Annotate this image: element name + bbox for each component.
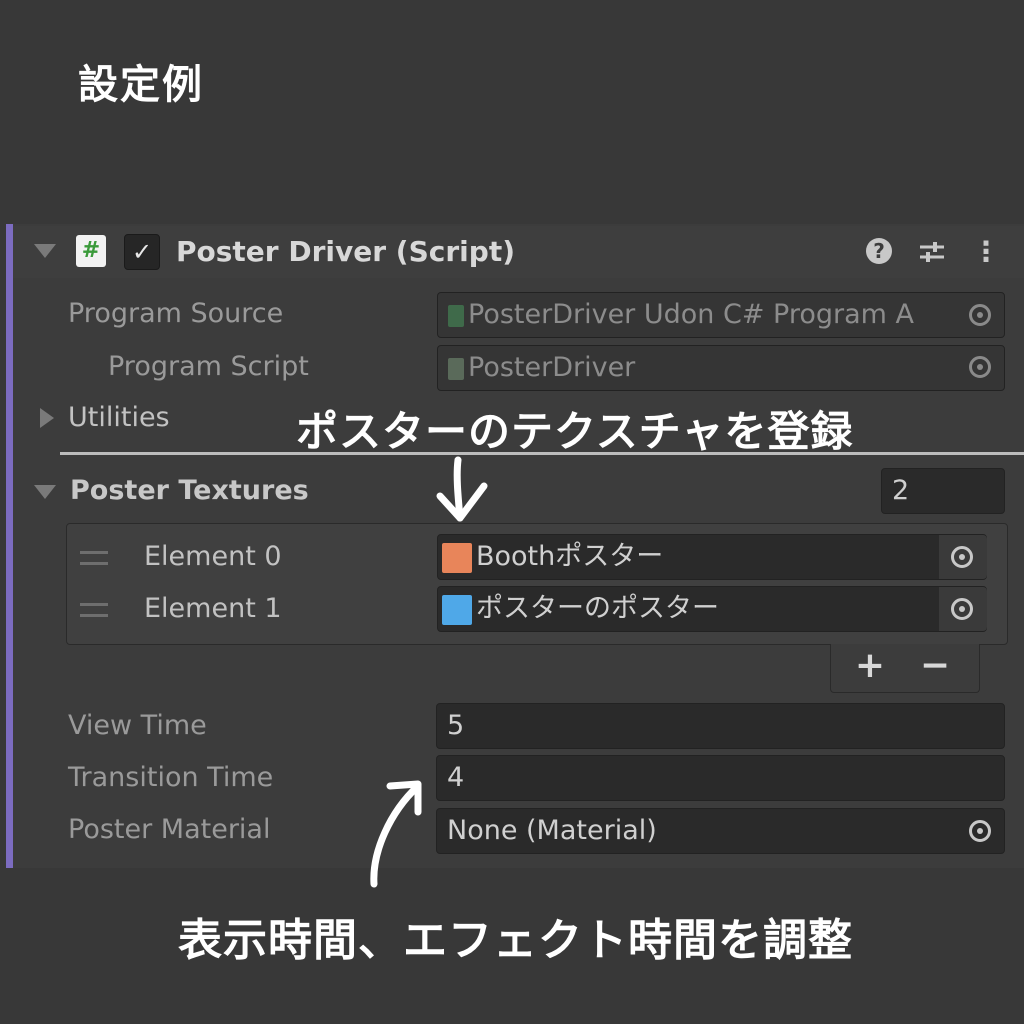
object-picker-icon[interactable] [951, 598, 973, 620]
object-picker-icon[interactable] [951, 546, 973, 568]
element-0-value: Boothポスター [476, 541, 664, 572]
program-source-value: PosterDriver Udon C# Program A [468, 299, 915, 330]
help-icon[interactable]: ? [866, 238, 892, 264]
component-enabled-checkbox[interactable]: ✓ [124, 234, 160, 270]
view-time-field[interactable]: 5 [436, 703, 1005, 749]
program-script-value: PosterDriver [468, 352, 636, 383]
add-element-button[interactable]: + [850, 644, 890, 688]
view-time-label: View Time [68, 710, 207, 741]
element-1-label: Element 1 [144, 593, 282, 624]
kebab-menu-icon[interactable]: ⋮ [972, 236, 1000, 268]
texture-thumbnail-icon [442, 594, 472, 625]
up-arrow-annotation-icon [370, 780, 422, 888]
element-0-label: Element 0 [144, 541, 282, 572]
drag-handle-icon[interactable] [80, 603, 108, 617]
program-source-label: Program Source [68, 298, 284, 329]
poster-material-label: Poster Material [68, 814, 271, 845]
udon-program-asset-icon [448, 304, 464, 327]
program-script-field: PosterDriver [437, 345, 1005, 391]
transition-time-label: Transition Time [68, 762, 274, 793]
utilities-foldout[interactable]: Utilities [68, 402, 170, 433]
script-asset-icon [448, 357, 464, 380]
remove-element-button[interactable]: − [915, 644, 955, 688]
poster-textures-collapse-icon[interactable] [34, 485, 56, 499]
element-1-field[interactable]: ポスターのポスター [437, 586, 987, 632]
element-1-value: ポスターのポスター [476, 593, 719, 624]
poster-textures-label[interactable]: Poster Textures [70, 475, 309, 506]
poster-textures-size-field[interactable]: 2 [881, 468, 1005, 514]
annotation-register-textures: ポスターのテクスチャを登録 [296, 407, 854, 456]
component-title: Poster Driver (Script) [176, 235, 515, 268]
annotation-adjust-times: 表示時間、エフェクト時間を調整 [178, 915, 853, 966]
element-0-field[interactable]: Boothポスター [437, 534, 987, 580]
texture-thumbnail-icon [442, 542, 472, 573]
collapse-triangle-icon[interactable] [34, 244, 56, 258]
program-script-label: Program Script [108, 351, 309, 382]
selection-accent-bar [6, 224, 13, 868]
down-arrow-annotation-icon [436, 456, 488, 522]
section-divider [60, 452, 1024, 455]
program-source-picker-icon[interactable] [969, 304, 991, 326]
program-source-field: PosterDriver Udon C# Program A [437, 292, 1005, 338]
material-picker-icon[interactable] [969, 820, 991, 842]
program-script-picker-icon[interactable] [969, 356, 991, 378]
transition-time-field[interactable]: 4 [436, 755, 1005, 801]
poster-material-field[interactable]: None (Material) [436, 808, 1005, 854]
csharp-script-icon: # [76, 235, 106, 267]
page-title: 設定例 [78, 62, 204, 108]
presets-sliders-icon[interactable] [918, 238, 946, 266]
drag-handle-icon[interactable] [80, 551, 108, 565]
utilities-expand-icon[interactable] [40, 408, 54, 428]
